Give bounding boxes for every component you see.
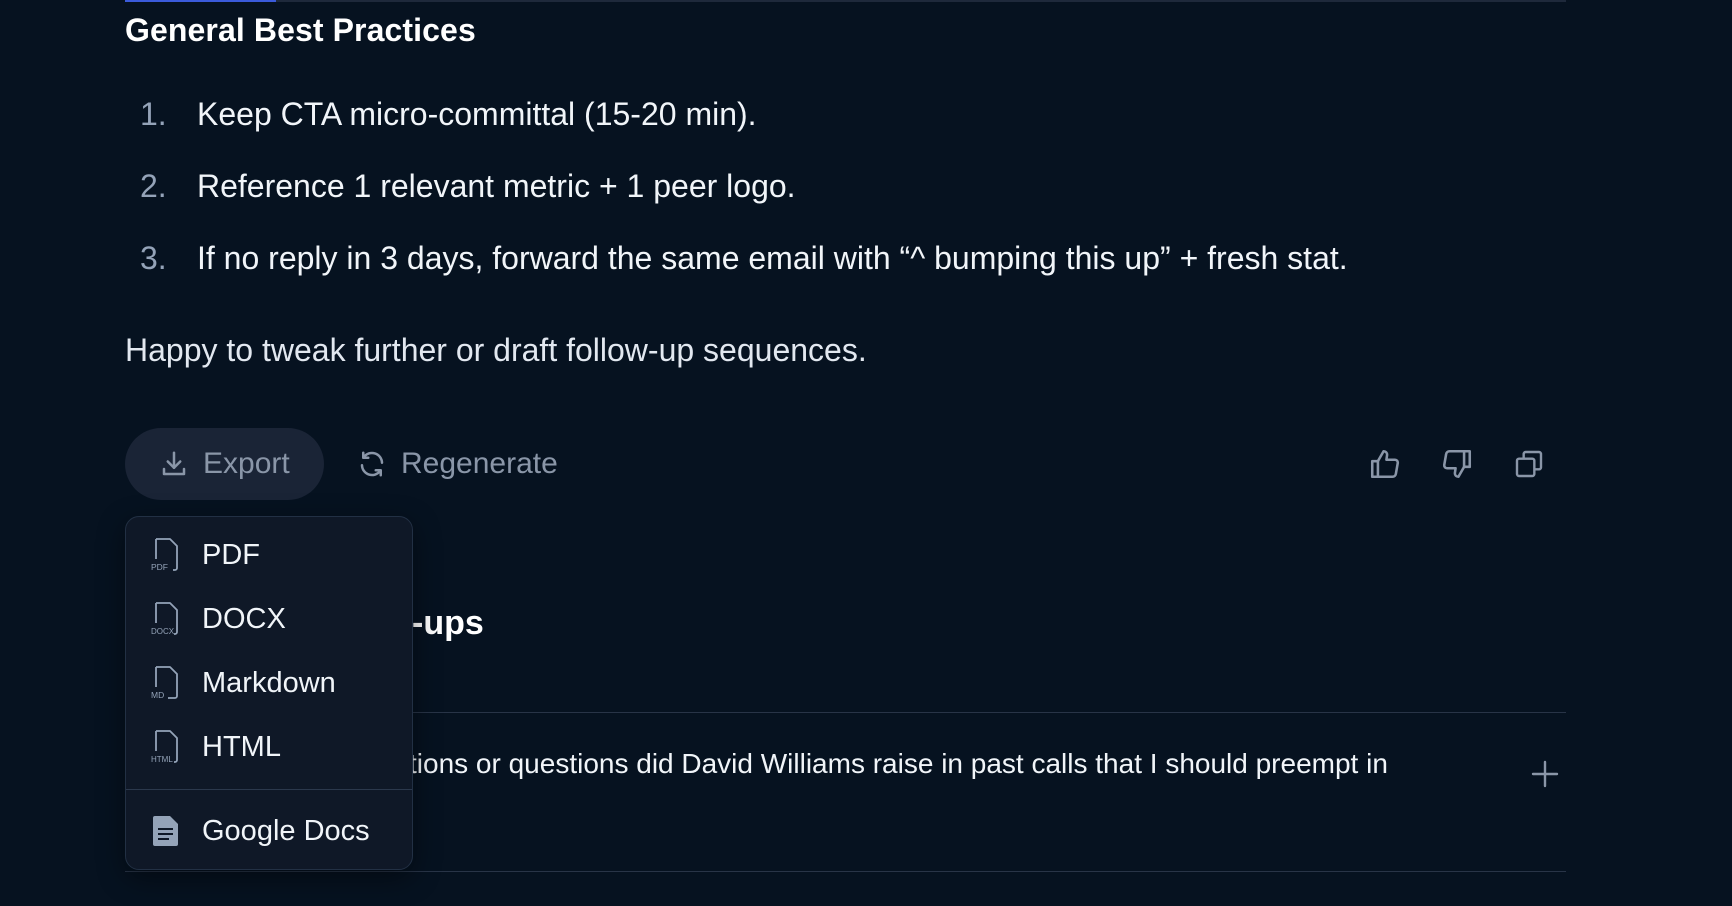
- menu-item-label: DOCX: [202, 602, 286, 635]
- download-icon: [162, 451, 186, 476]
- chat-response-page: General Best Practices 1. Keep CTA micro…: [0, 0, 1732, 906]
- faq-divider-bottom: [125, 871, 1566, 872]
- google-docs-icon: [153, 816, 178, 846]
- menu-item-label: PDF: [202, 538, 260, 571]
- list-item-number: 3.: [140, 239, 167, 276]
- svg-text:DOCX: DOCX: [151, 627, 175, 636]
- export-google-docs-option[interactable]: Google Docs: [126, 801, 412, 861]
- export-pdf-option[interactable]: PDF PDF: [126, 525, 412, 585]
- export-docx-option[interactable]: DOCX DOCX: [126, 589, 412, 649]
- list-item: 2. Reference 1 relevant metric + 1 peer …: [140, 164, 796, 208]
- regenerate-label: Regenerate: [401, 447, 558, 480]
- active-tab-indicator: [125, 0, 276, 2]
- svg-text:PDF: PDF: [151, 562, 168, 572]
- thumbs-up-icon: [1370, 449, 1400, 479]
- list-item-text: Keep CTA micro-committal (15-20 min).: [197, 95, 757, 132]
- menu-item-label: HTML: [202, 730, 281, 763]
- list-item-number: 2.: [140, 167, 167, 204]
- pdf-file-icon: PDF: [151, 538, 178, 572]
- closing-paragraph: Happy to tweak further or draft follow-u…: [125, 332, 867, 368]
- section-heading: General Best Practices: [125, 12, 476, 48]
- menu-item-label: Markdown: [202, 666, 336, 699]
- list-item-text: If no reply in 3 days, forward the same …: [197, 239, 1348, 276]
- copy-button[interactable]: [1509, 444, 1549, 484]
- menu-item-label: Google Docs: [202, 814, 370, 847]
- export-button[interactable]: Export: [125, 428, 324, 500]
- refresh-icon: [360, 451, 384, 477]
- copy-icon: [1515, 450, 1543, 478]
- list-item-text: Reference 1 relevant metric + 1 peer log…: [197, 167, 796, 204]
- export-label: Export: [203, 447, 290, 480]
- export-html-option[interactable]: HTML HTML: [126, 717, 412, 777]
- export-dropdown-menu: PDF PDF DOCX DOCX MD Markdown HTML HTML …: [125, 516, 413, 870]
- top-divider: [125, 0, 1566, 2]
- list-item: 3. If no reply in 3 days, forward the sa…: [140, 236, 1348, 280]
- markdown-file-icon: MD: [151, 666, 178, 700]
- export-markdown-option[interactable]: MD Markdown: [126, 653, 412, 713]
- list-item-number: 1.: [140, 95, 167, 132]
- svg-text:HTML: HTML: [151, 755, 173, 764]
- thumbs-down-button[interactable]: [1437, 444, 1477, 484]
- thumbs-down-icon: [1442, 449, 1472, 479]
- html-file-icon: HTML: [151, 730, 178, 764]
- plus-icon: [1531, 760, 1559, 788]
- expand-button[interactable]: [1525, 754, 1565, 794]
- list-item: 1. Keep CTA micro-committal (15-20 min).: [140, 92, 757, 136]
- regenerate-button[interactable]: Regenerate: [357, 428, 558, 500]
- docx-file-icon: DOCX: [151, 602, 178, 636]
- menu-divider: [126, 789, 412, 790]
- svg-text:MD: MD: [151, 690, 164, 700]
- thumbs-up-button[interactable]: [1365, 444, 1405, 484]
